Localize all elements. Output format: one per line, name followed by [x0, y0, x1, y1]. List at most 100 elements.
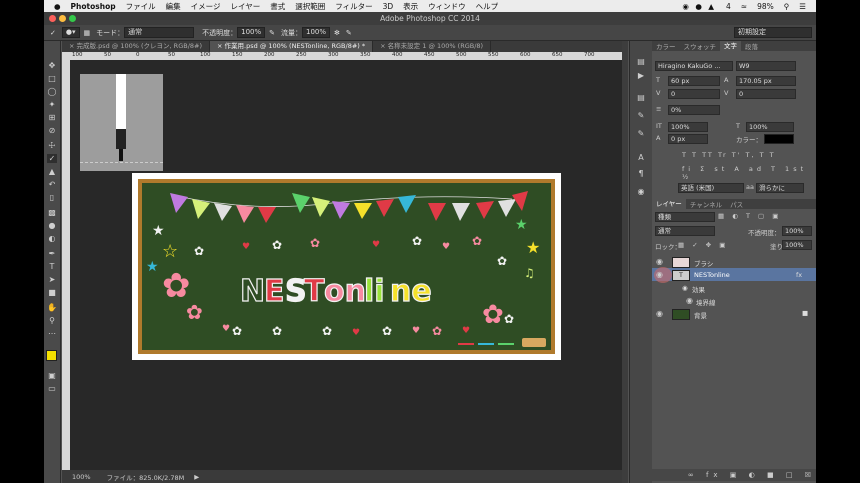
- wifi-icon[interactable]: ≈: [741, 2, 747, 11]
- paragraph-panel-icon[interactable]: ¶: [636, 169, 646, 178]
- rectangle-tool-icon[interactable]: ■: [47, 288, 57, 297]
- workspace-dropdown[interactable]: 初期設定: [734, 27, 812, 38]
- delete-layer-icon[interactable]: ☒: [805, 471, 816, 479]
- dodge-tool-icon[interactable]: ◐: [47, 234, 57, 243]
- menu-select[interactable]: 選択範囲: [295, 1, 325, 12]
- tab-close-icon[interactable]: ×: [217, 42, 222, 50]
- blend-mode-dropdown[interactable]: 通常: [655, 226, 715, 236]
- tab-layers[interactable]: レイヤー: [652, 199, 686, 209]
- move-tool-icon[interactable]: ✥: [47, 61, 57, 70]
- flow-field[interactable]: 100%: [302, 27, 331, 38]
- eyedropper-tool-icon[interactable]: ⊘: [47, 126, 57, 135]
- quick-select-tool-icon[interactable]: ✦: [47, 100, 57, 109]
- apple-icon[interactable]: ●: [54, 2, 61, 11]
- fill-field[interactable]: 100%: [782, 240, 812, 250]
- marquee-tool-icon[interactable]: □: [47, 74, 57, 83]
- menu-window[interactable]: ウィンドウ: [428, 1, 466, 12]
- menu-file[interactable]: ファイル: [126, 1, 156, 12]
- zoom-tool-icon[interactable]: ⚲: [47, 316, 57, 325]
- brush-tool-icon[interactable]: ✓: [47, 154, 57, 163]
- mode-dropdown[interactable]: 通常: [124, 27, 195, 38]
- menu-help[interactable]: ヘルプ: [476, 1, 499, 12]
- tab-close-icon[interactable]: ×: [69, 42, 74, 50]
- menu-3d[interactable]: 3D: [383, 2, 394, 11]
- menu-list-icon[interactable]: ☰: [799, 2, 806, 11]
- visibility-eye-icon[interactable]: ◉: [656, 309, 663, 318]
- antialias-field[interactable]: 滑らかに: [756, 183, 804, 193]
- baseline-field[interactable]: 0 px: [668, 134, 708, 144]
- brush-presets-icon[interactable]: ✎: [636, 111, 646, 120]
- layer-effects[interactable]: ◉ 効果: [652, 281, 816, 294]
- visibility-eye-icon[interactable]: ◉: [656, 257, 663, 266]
- new-group-icon[interactable]: ■: [767, 471, 779, 479]
- menu-image[interactable]: イメージ: [191, 1, 221, 12]
- add-style-icon[interactable]: fx: [706, 471, 723, 479]
- horizontal-scale-field[interactable]: 100%: [746, 122, 794, 132]
- tab-swatches[interactable]: スウォッチ: [680, 41, 721, 51]
- layer-fx-badge[interactable]: fx: [796, 271, 802, 279]
- layer-background[interactable]: ◉ 背景 ■: [652, 307, 816, 320]
- layer-stroke-effect[interactable]: ◉ 境界線: [652, 294, 816, 307]
- tab-untitled[interactable]: × 名称未設定 1 @ 100% (RGB/8): [373, 41, 492, 52]
- canvas-area[interactable]: 100 50 0 50 100 150 200 250 300 350 400 450 500 550 60…: [62, 52, 622, 470]
- opentype-buttons[interactable]: fi Ʃ st A ad T 1st ½: [682, 165, 816, 181]
- clone-source-icon[interactable]: ◉: [636, 187, 646, 196]
- character-panel-icon[interactable]: A: [636, 153, 646, 162]
- healing-brush-tool-icon[interactable]: ☩: [47, 141, 57, 150]
- tab-complete-psd[interactable]: × 完成版.psd @ 100% (クレヨン, RGB/8#): [62, 41, 211, 52]
- menu-photoshop[interactable]: Photoshop: [71, 2, 116, 11]
- new-layer-icon[interactable]: □: [786, 471, 798, 479]
- font-style-field[interactable]: W9: [736, 61, 796, 71]
- type-tool-icon[interactable]: T: [47, 262, 57, 271]
- airbrush-icon[interactable]: ✻: [334, 29, 340, 37]
- tab-working-psd[interactable]: × 作業用.psd @ 100% (NESTonline, RGB/8#) *: [210, 41, 374, 52]
- layer-opacity-field[interactable]: 100%: [782, 226, 812, 236]
- text-style-buttons[interactable]: T T TT Tr T' T, T T: [682, 151, 776, 159]
- kerning-field[interactable]: 0: [668, 89, 720, 99]
- tab-close-icon[interactable]: ×: [380, 42, 385, 50]
- menu-view[interactable]: 表示: [403, 1, 418, 12]
- tab-character[interactable]: 文字: [720, 41, 741, 51]
- pressure-size-icon[interactable]: ✎: [346, 29, 352, 37]
- hand-tool-icon[interactable]: ✋: [47, 303, 57, 312]
- screen-mode-icon[interactable]: ▭: [47, 384, 57, 393]
- eraser-tool-icon[interactable]: ▯: [47, 193, 57, 202]
- clone-stamp-tool-icon[interactable]: ▲: [47, 167, 57, 176]
- menu-type[interactable]: 書式: [270, 1, 285, 12]
- menu-edit[interactable]: 編集: [166, 1, 181, 12]
- actions-panel-icon[interactable]: ▶: [636, 71, 646, 80]
- tsume-field[interactable]: 0%: [668, 105, 720, 115]
- tab-color[interactable]: カラー: [652, 41, 680, 51]
- blur-tool-icon[interactable]: ●: [47, 221, 57, 230]
- more-tools-icon[interactable]: ⋯: [47, 329, 57, 338]
- pen-tool-icon[interactable]: ✒: [47, 249, 57, 258]
- history-panel-icon[interactable]: ▤: [636, 57, 646, 66]
- pressure-opacity-icon[interactable]: ✎: [269, 29, 275, 37]
- lasso-tool-icon[interactable]: ◯: [47, 87, 57, 96]
- visibility-eye-icon[interactable]: ◉: [656, 270, 663, 279]
- opacity-field[interactable]: 100%: [237, 27, 266, 38]
- leading-field[interactable]: 170.05 px: [736, 76, 796, 86]
- tab-paragraph[interactable]: 段落: [741, 41, 762, 51]
- foreground-color-swatch[interactable]: [46, 350, 57, 361]
- search-icon[interactable]: ⚲: [784, 2, 790, 11]
- menu-layer[interactable]: レイヤー: [230, 1, 260, 12]
- layer-filter-icons[interactable]: ▦ ◐ T ▢ ▣: [718, 212, 781, 220]
- crop-tool-icon[interactable]: ⊞: [47, 113, 57, 122]
- brush-panel-icon[interactable]: ✎: [636, 129, 646, 138]
- adjustment-layer-icon[interactable]: ◐: [749, 471, 760, 479]
- font-family-field[interactable]: Hiragino KakuGo ...: [655, 61, 733, 71]
- tab-paths[interactable]: パス: [726, 199, 747, 209]
- vertical-scale-field[interactable]: 100%: [668, 122, 708, 132]
- brush-panel-icon[interactable]: ▦: [84, 29, 91, 37]
- layer-brush[interactable]: ◉ ブラシ: [652, 255, 816, 268]
- status-menu-arrow-icon[interactable]: ▶: [194, 473, 199, 481]
- vertical-scrollbar[interactable]: [622, 41, 628, 483]
- add-mask-icon[interactable]: ▣: [730, 471, 742, 479]
- layer-filter-kind[interactable]: 種類: [655, 212, 715, 222]
- link-layers-icon[interactable]: ∞: [688, 471, 699, 479]
- font-size-field[interactable]: 60 px: [668, 76, 720, 86]
- adjustments-panel-icon[interactable]: ▤: [636, 93, 646, 102]
- path-selection-tool-icon[interactable]: ➤: [47, 275, 57, 284]
- language-field[interactable]: 英語 (米国): [678, 183, 744, 193]
